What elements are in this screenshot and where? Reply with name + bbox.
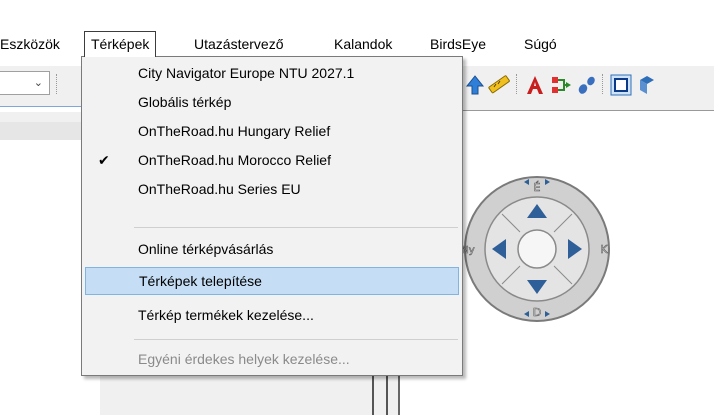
menu-item-custom-poi: Egyéni érdekes helyek kezelése... xyxy=(84,345,460,373)
text-tool-icon[interactable] xyxy=(524,74,546,96)
menu-item-label: OnTheRoad.hu Morocco Relief xyxy=(138,152,331,168)
menu-item-online-purchase[interactable]: Online térképvásárlás xyxy=(84,235,460,263)
menu-help[interactable]: Súgó xyxy=(518,31,563,57)
menu-item-city-navigator[interactable]: City Navigator Europe NTU 2027.1 xyxy=(84,59,460,87)
menu-separator xyxy=(134,339,458,340)
menu-item-morocco-relief[interactable]: ✔ OnTheRoad.hu Morocco Relief xyxy=(84,146,460,174)
menu-item-label: OnTheRoad.hu Series EU xyxy=(138,181,301,197)
menu-item-label: Online térképvásárlás xyxy=(138,241,274,257)
menu-birdseye[interactable]: BirdsEye xyxy=(424,31,492,57)
menu-separator xyxy=(134,227,458,228)
globe-icon[interactable] xyxy=(636,74,658,96)
east-label: K xyxy=(600,243,608,256)
toolbar-separator xyxy=(602,74,603,94)
map-navigation-pad[interactable]: É D Ny K xyxy=(458,174,616,324)
chevron-down-icon[interactable]: ⌄ xyxy=(34,76,43,89)
menu-maps[interactable]: Térképek xyxy=(84,31,157,57)
route-tool-icon[interactable] xyxy=(550,74,572,96)
north-label: É xyxy=(534,181,541,194)
menu-item-hungary-relief[interactable]: OnTheRoad.hu Hungary Relief xyxy=(84,117,460,145)
menu-adventures[interactable]: Kalandok xyxy=(328,31,398,57)
route-arrow-icon[interactable] xyxy=(464,74,486,96)
menu-item-label: Globális térkép xyxy=(138,94,232,110)
menu-item-global-map[interactable]: Globális térkép xyxy=(84,88,460,116)
menu-item-label: Térképek telepítése xyxy=(139,273,262,289)
menu-item-label: Térkép termékek kezelése... xyxy=(138,307,314,323)
menu-item-manage-map-products[interactable]: Térkép termékek kezelése... xyxy=(84,301,460,329)
menu-tools[interactable]: Eszközök xyxy=(0,31,66,57)
title-strip xyxy=(0,0,714,24)
frame-tool-icon[interactable] xyxy=(610,74,632,96)
menu-item-series-eu[interactable]: OnTheRoad.hu Series EU xyxy=(84,175,460,203)
maps-dropdown-menu: City Navigator Europe NTU 2027.1 Globáli… xyxy=(81,56,463,376)
toolbar-separator xyxy=(516,74,517,94)
menu-trip-planner[interactable]: Utazástervező xyxy=(188,31,289,57)
toolbar-combo[interactable]: ⌄ xyxy=(0,71,50,95)
west-label: Ny xyxy=(461,245,474,256)
tracks-icon[interactable] xyxy=(576,74,598,96)
ruler-icon[interactable] xyxy=(488,74,510,96)
toolbar-separator xyxy=(56,74,57,94)
south-label: D xyxy=(533,306,541,319)
checkmark-icon: ✔ xyxy=(98,152,110,168)
menu-item-label: OnTheRoad.hu Hungary Relief xyxy=(138,123,331,139)
menu-item-install-maps[interactable]: Térképek telepítése xyxy=(85,267,459,295)
menu-item-label: Egyéni érdekes helyek kezelése... xyxy=(138,351,350,367)
menu-item-label: City Navigator Europe NTU 2027.1 xyxy=(138,65,355,81)
